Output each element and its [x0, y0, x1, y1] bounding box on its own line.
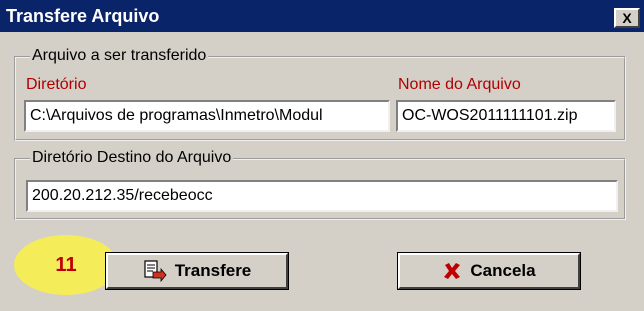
- step-badge: 11: [14, 235, 118, 295]
- file-name-label: Nome do Arquivo: [398, 76, 521, 93]
- directory-field[interactable]: C:\Arquivos de programas\Inmetro\Modul: [24, 100, 390, 132]
- directory-label: Diretório: [26, 76, 87, 93]
- close-button[interactable]: X: [614, 8, 640, 28]
- transfer-icon: [143, 260, 167, 283]
- file-name-field[interactable]: OC-WOS2011111101.zip: [396, 100, 616, 132]
- title-bar: Transfere Arquivo X: [0, 0, 644, 32]
- destination-field[interactable]: 200.20.212.35/recebeocc: [26, 180, 618, 212]
- cancel-x-icon: [442, 261, 462, 281]
- cancel-button[interactable]: Cancela: [397, 252, 581, 290]
- source-group-legend: Arquivo a ser transferido: [30, 47, 209, 65]
- step-number: 11: [55, 253, 77, 276]
- close-icon: X: [622, 10, 632, 26]
- transfer-button[interactable]: Transfere: [105, 252, 289, 290]
- transfer-dialog: Transfere Arquivo X Arquivo a ser transf…: [0, 0, 644, 311]
- window-title: Transfere Arquivo: [6, 6, 160, 26]
- destination-group-legend: Diretório Destino do Arquivo: [30, 149, 234, 167]
- transfer-button-label: Transfere: [174, 261, 252, 280]
- cancel-button-label: Cancela: [470, 261, 536, 280]
